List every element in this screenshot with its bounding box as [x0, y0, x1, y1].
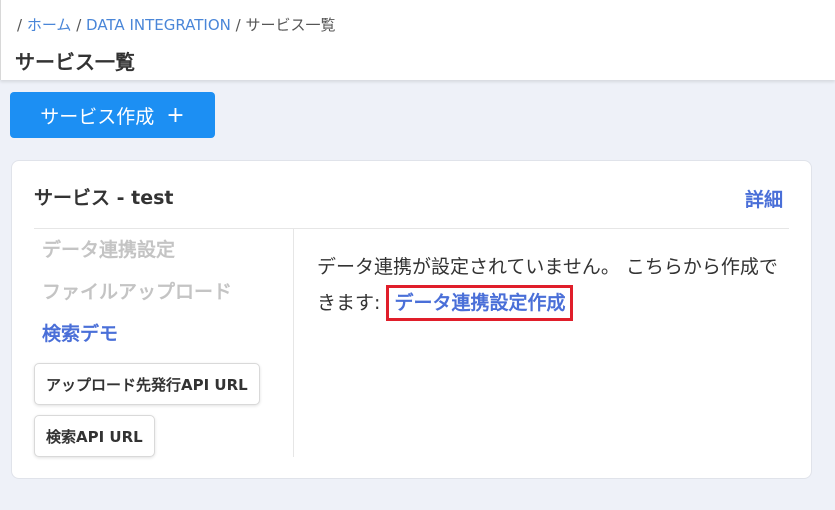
breadcrumb: / ホーム / DATA INTEGRATION / サービス一覧 [17, 14, 336, 35]
breadcrumb-integration-link[interactable]: DATA INTEGRATION [86, 16, 231, 34]
upload-api-url-button[interactable]: アップロード先発行API URL [34, 363, 260, 405]
plus-icon: + [166, 102, 185, 128]
create-service-label: サービス作成 [40, 105, 155, 128]
breadcrumb-separator: / [235, 16, 241, 34]
breadcrumb-separator: / [76, 16, 82, 34]
sidebar-item-data-integration-settings: データ連携設定 [42, 239, 176, 261]
service-sidebar: データ連携設定 ファイルアップロード 検索デモ アップロード先発行API URL… [34, 229, 294, 457]
integration-message: データ連携が設定されていません。 こちらから作成できます: データ連携設定作成 [317, 249, 792, 321]
search-api-url-button[interactable]: 検索API URL [34, 415, 155, 457]
page-header: / ホーム / DATA INTEGRATION / サービス一覧 サービス一覧 [0, 0, 835, 80]
create-service-button[interactable]: サービス作成 + [10, 92, 215, 138]
create-integration-settings-link[interactable]: データ連携設定作成 [386, 285, 574, 321]
page-title: サービス一覧 [15, 50, 135, 74]
breadcrumb-home-link[interactable]: ホーム [27, 16, 72, 34]
breadcrumb-current: サービス一覧 [245, 16, 336, 34]
sidebar-item-search-demo[interactable]: 検索デモ [42, 319, 118, 346]
detail-link[interactable]: 詳細 [745, 185, 783, 212]
service-card-title: サービス - test [34, 187, 174, 209]
breadcrumb-separator: / [17, 16, 23, 34]
service-card: サービス - test 詳細 データ連携設定 ファイルアップロード 検索デモ ア… [11, 160, 812, 479]
sidebar-item-file-upload: ファイルアップロード [42, 281, 233, 303]
